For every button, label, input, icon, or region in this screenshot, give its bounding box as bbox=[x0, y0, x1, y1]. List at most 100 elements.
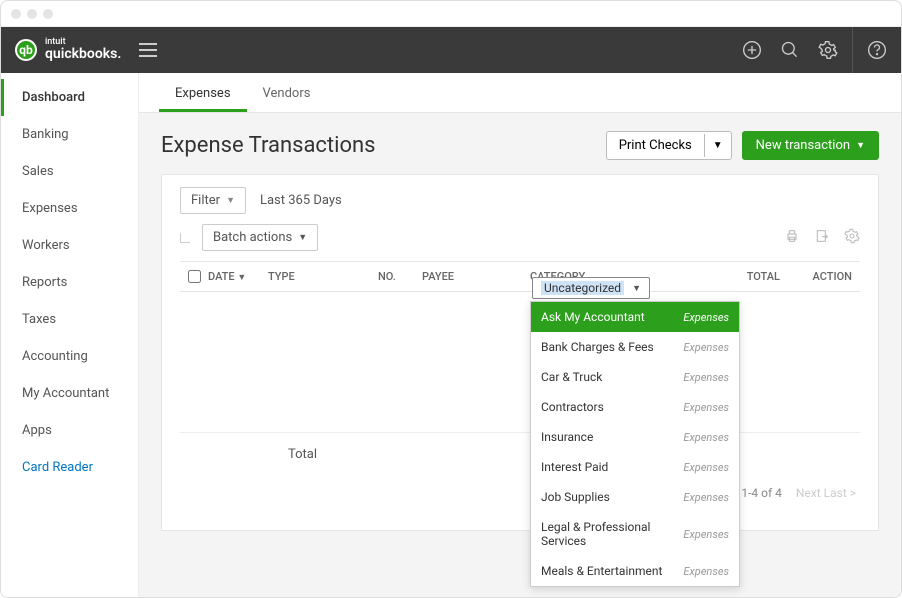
pagination: 1-4 of 4 Next Last > bbox=[180, 486, 860, 500]
category-option-label: Insurance bbox=[541, 430, 593, 444]
category-select[interactable]: Uncategorized ▼ bbox=[532, 277, 650, 299]
col-action: ACTION bbox=[780, 270, 860, 283]
sidebar-item-dashboard[interactable]: Dashboard bbox=[1, 79, 138, 116]
filter-button[interactable]: Filter ▼ bbox=[180, 187, 246, 214]
sidebar-item-sales[interactable]: Sales bbox=[1, 153, 138, 190]
filter-range-text: Last 365 Days bbox=[260, 193, 342, 208]
category-option[interactable]: Bank Charges & Fees Expenses bbox=[531, 332, 739, 362]
category-option[interactable]: Meals & Entertainment Expenses bbox=[531, 556, 739, 586]
top-bar: qb intuit quickbooks. bbox=[1, 27, 901, 73]
category-option-type: Expenses bbox=[683, 565, 729, 578]
page-header: Expense Transactions Print Checks ▼ New … bbox=[139, 113, 901, 174]
category-option-label: Job Supplies bbox=[541, 490, 610, 504]
category-option-type: Expenses bbox=[683, 461, 729, 474]
traffic-light-close[interactable] bbox=[11, 9, 21, 19]
menu-toggle-icon[interactable] bbox=[139, 43, 157, 57]
traffic-light-min[interactable] bbox=[27, 9, 37, 19]
filter-row: Filter ▼ Last 365 Days bbox=[180, 187, 860, 214]
app-body: DashboardBankingSalesExpensesWorkersRepo… bbox=[1, 73, 901, 598]
window-titlebar bbox=[1, 1, 901, 27]
col-payee[interactable]: PAYEE bbox=[422, 270, 530, 283]
category-option-type: Expenses bbox=[683, 528, 729, 541]
category-option[interactable]: Insurance Expenses bbox=[531, 422, 739, 452]
traffic-light-max[interactable] bbox=[43, 9, 53, 19]
category-option[interactable]: Car & Truck Expenses bbox=[531, 362, 739, 392]
batch-actions-label: Batch actions bbox=[213, 230, 292, 245]
tab-vendors[interactable]: Vendors bbox=[247, 76, 327, 112]
category-option-type: Expenses bbox=[683, 311, 729, 324]
chevron-down-icon: ▼ bbox=[632, 283, 641, 294]
gear-icon[interactable] bbox=[818, 40, 838, 60]
new-transaction-button[interactable]: New transaction ▼ bbox=[742, 131, 879, 160]
chevron-down-icon[interactable]: ▼ bbox=[704, 134, 731, 157]
app-window: qb intuit quickbooks. DashboardBankingSa… bbox=[0, 0, 902, 598]
category-option-type: Expenses bbox=[683, 341, 729, 354]
category-option[interactable]: Contractors Expenses bbox=[531, 392, 739, 422]
sidebar-item-my-accountant[interactable]: My Accountant bbox=[1, 375, 138, 412]
plus-icon[interactable] bbox=[742, 40, 762, 60]
category-option[interactable]: Legal & Professional ServicesExpenses bbox=[531, 512, 739, 556]
brand-text: intuit quickbooks. bbox=[45, 38, 121, 62]
col-type[interactable]: TYPE bbox=[268, 270, 378, 283]
tab-expenses[interactable]: Expenses bbox=[159, 76, 247, 112]
page-range-text: 1-4 of 4 bbox=[741, 486, 782, 500]
category-option[interactable]: Interest Paid Expenses bbox=[531, 452, 739, 482]
category-option[interactable]: Ask My Accountant Expenses bbox=[531, 302, 739, 332]
gear-icon[interactable] bbox=[844, 228, 860, 248]
brand-logo: qb intuit quickbooks. bbox=[15, 38, 121, 62]
sidebar-item-reports[interactable]: Reports bbox=[1, 264, 138, 301]
sidebar: DashboardBankingSalesExpensesWorkersRepo… bbox=[1, 73, 139, 598]
batch-row: Batch actions ▼ bbox=[180, 224, 860, 251]
category-option[interactable]: Job Supplies Expenses bbox=[531, 482, 739, 512]
table-header: DATE ▼ TYPE NO. PAYEE CATEGORY TOTAL ACT… bbox=[180, 261, 860, 292]
category-option-label: Legal & Professional Services bbox=[541, 520, 683, 548]
page-title: Expense Transactions bbox=[161, 133, 376, 158]
category-option-type: Expenses bbox=[683, 371, 729, 384]
category-selected-text: Uncategorized bbox=[541, 281, 624, 295]
sidebar-item-workers[interactable]: Workers bbox=[1, 227, 138, 264]
sidebar-item-expenses[interactable]: Expenses bbox=[1, 190, 138, 227]
sidebar-item-apps[interactable]: Apps bbox=[1, 412, 138, 449]
qb-circle-icon: qb bbox=[15, 39, 37, 61]
print-icon[interactable] bbox=[784, 228, 800, 248]
category-option-label: Ask My Accountant bbox=[541, 310, 645, 324]
category-option-label: Car & Truck bbox=[541, 370, 602, 384]
total-label: Total bbox=[288, 447, 317, 462]
batch-actions-button[interactable]: Batch actions ▼ bbox=[202, 224, 318, 251]
new-transaction-label: New transaction bbox=[756, 138, 850, 153]
search-icon[interactable] bbox=[780, 40, 800, 60]
next-last-link[interactable]: Next Last > bbox=[796, 486, 856, 500]
divider bbox=[852, 27, 853, 73]
category-option-type: Expenses bbox=[683, 491, 729, 504]
chevron-down-icon: ▼ bbox=[298, 232, 307, 243]
sort-down-icon: ▼ bbox=[237, 273, 246, 283]
col-total[interactable]: TOTAL bbox=[650, 270, 780, 283]
category-option-type: Expenses bbox=[683, 401, 729, 414]
chevron-down-icon: ▼ bbox=[226, 195, 235, 206]
print-checks-label: Print Checks bbox=[607, 132, 704, 159]
category-option-type: Expenses bbox=[683, 431, 729, 444]
row-corner-icon bbox=[180, 233, 190, 243]
category-dropdown: Ask My AccountantExpensesBank Charges & … bbox=[530, 301, 740, 587]
category-option-label: Interest Paid bbox=[541, 460, 608, 474]
select-all-checkbox[interactable] bbox=[180, 270, 208, 283]
help-icon[interactable] bbox=[867, 40, 887, 60]
total-row: Total bbox=[180, 432, 860, 476]
category-option-label: Bank Charges & Fees bbox=[541, 340, 654, 354]
sidebar-item-taxes[interactable]: Taxes bbox=[1, 301, 138, 338]
export-icon[interactable] bbox=[814, 228, 830, 248]
chevron-down-icon: ▼ bbox=[856, 140, 865, 151]
category-option-label: Contractors bbox=[541, 400, 604, 414]
print-checks-button[interactable]: Print Checks ▼ bbox=[606, 131, 732, 160]
sidebar-item-card-reader[interactable]: Card Reader bbox=[1, 449, 138, 486]
table-tool-icons bbox=[784, 228, 860, 248]
filter-label: Filter bbox=[191, 193, 220, 208]
topbar-actions bbox=[742, 27, 887, 73]
header-actions: Print Checks ▼ New transaction ▼ bbox=[606, 131, 879, 160]
sidebar-item-accounting[interactable]: Accounting bbox=[1, 338, 138, 375]
col-no[interactable]: NO. bbox=[378, 270, 422, 283]
col-date[interactable]: DATE ▼ bbox=[208, 270, 268, 283]
sidebar-item-banking[interactable]: Banking bbox=[1, 116, 138, 153]
category-option-label: Meals & Entertainment bbox=[541, 564, 662, 578]
transactions-card: Filter ▼ Last 365 Days Batch actions ▼ bbox=[161, 174, 879, 531]
